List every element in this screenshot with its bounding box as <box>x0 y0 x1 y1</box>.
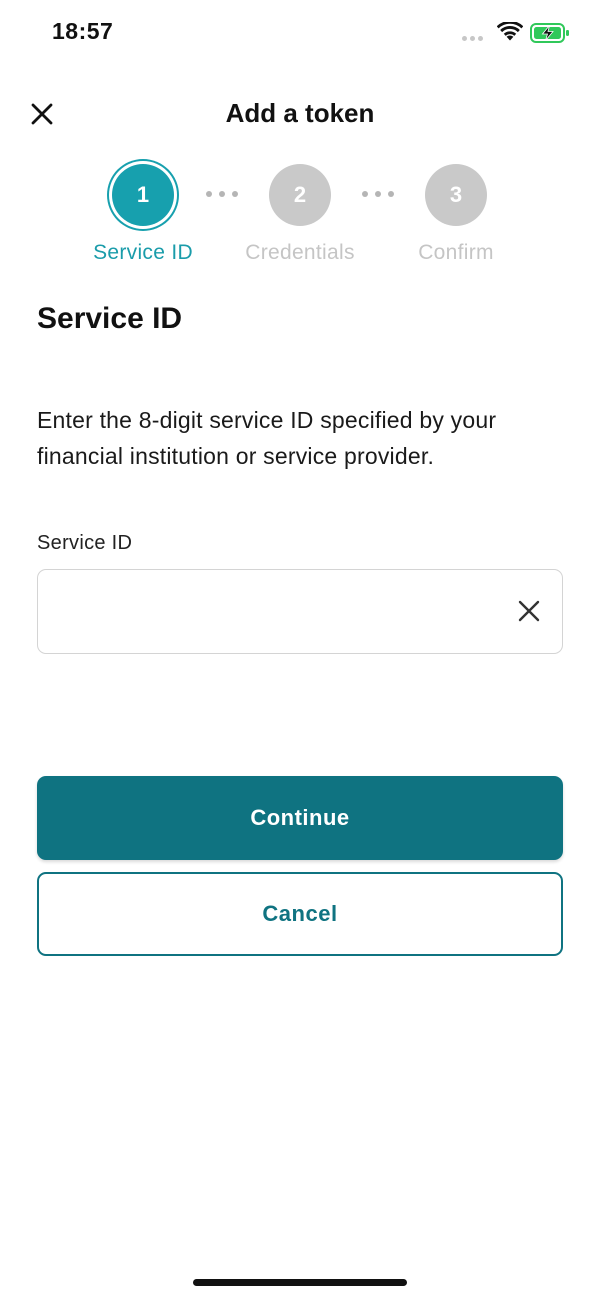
service-id-input[interactable] <box>56 570 496 652</box>
step-service-id: 1 Service ID <box>63 164 223 265</box>
signal-icon <box>462 36 484 42</box>
status-time: 18:57 <box>52 18 114 44</box>
step-confirm: 3 Confirm <box>376 164 536 265</box>
status-bar: 18:57 <box>0 0 600 66</box>
service-id-field[interactable] <box>37 569 563 654</box>
instruction-text: Enter the 8-digit service ID specified b… <box>37 407 497 469</box>
wifi-icon <box>497 22 523 41</box>
step-credentials: 2 Credentials <box>220 164 380 265</box>
step-number: 2 <box>269 164 331 226</box>
section-title: Service ID <box>37 302 183 335</box>
step-number: 3 <box>425 164 487 226</box>
continue-button[interactable]: Continue <box>37 776 563 860</box>
header: Add a token <box>0 80 600 146</box>
step-label: Service ID <box>93 241 193 264</box>
step-label: Credentials <box>245 241 355 264</box>
clear-icon[interactable] <box>514 596 544 626</box>
step-number: 1 <box>112 164 174 226</box>
cancel-button[interactable]: Cancel <box>37 872 563 956</box>
service-id-label: Service ID <box>37 532 133 554</box>
home-indicator[interactable] <box>193 1279 407 1286</box>
step-label: Confirm <box>418 241 494 264</box>
stepper: 1 Service ID 2 Credentials 3 Confirm <box>0 164 600 274</box>
page-title: Add a token <box>225 98 375 128</box>
battery-charging-icon <box>530 23 569 43</box>
